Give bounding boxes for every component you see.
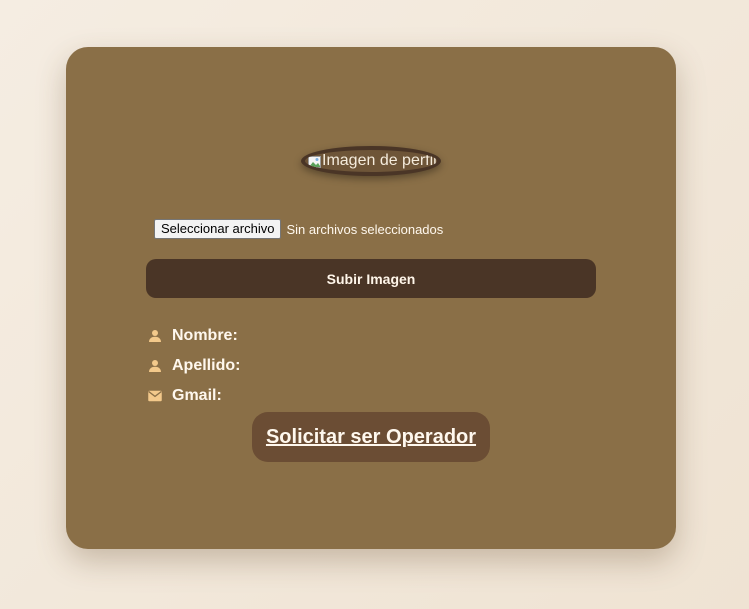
profile-avatar: Imagen de perfil: [301, 146, 441, 176]
choose-file-button[interactable]: Seleccionar archivo: [154, 219, 282, 239]
profile-card: Imagen de perfil Seleccionar archivo Sin…: [66, 47, 676, 549]
info-row-gmail: Gmail:: [146, 381, 240, 411]
person-icon: [146, 357, 164, 375]
user-info-list: Nombre: Apellido: Gmail:: [146, 321, 240, 411]
upload-image-button[interactable]: Subir Imagen: [146, 259, 596, 298]
info-row-apellido: Apellido:: [146, 351, 240, 381]
info-label-apellido: Apellido:: [172, 357, 241, 374]
profile-image-alt-text: Imagen de perfil: [322, 152, 437, 169]
file-input[interactable]: Seleccionar archivo Sin archivos selecci…: [154, 219, 443, 239]
file-status-text: Sin archivos seleccionados: [286, 221, 444, 237]
info-label-gmail: Gmail:: [172, 387, 222, 404]
info-label-nombre: Nombre:: [172, 327, 238, 344]
info-row-nombre: Nombre:: [146, 321, 240, 351]
broken-image-icon: [308, 155, 321, 168]
person-icon: [146, 327, 164, 345]
request-operator-button[interactable]: Solicitar ser Operador: [252, 412, 490, 462]
mail-icon: [146, 387, 164, 405]
